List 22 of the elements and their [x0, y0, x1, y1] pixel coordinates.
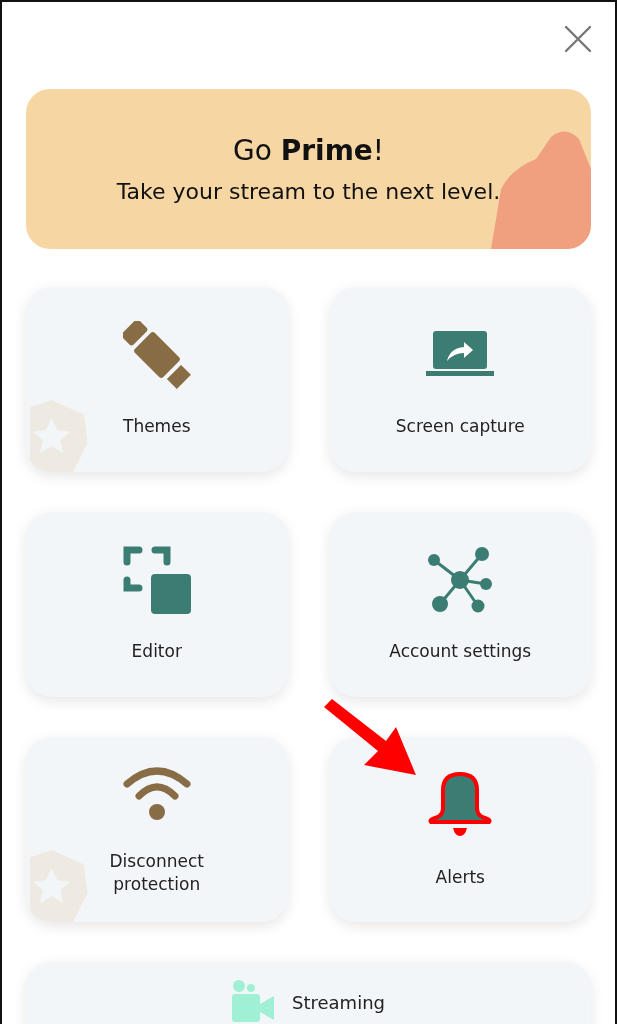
tile-label: Themes [123, 415, 191, 438]
tile-label: Editor [131, 640, 182, 663]
menu-tile[interactable]: Screen capture [329, 287, 591, 472]
menu-tile[interactable]: Editor [26, 512, 288, 697]
tile-label: Alerts [435, 866, 485, 889]
close-icon [563, 24, 593, 54]
menu-tile[interactable]: Disconnect protection [26, 737, 288, 922]
network-icon [426, 546, 495, 615]
menu-tile[interactable]: Alerts [329, 737, 591, 922]
banner-subtitle: Take your stream to the next level. [116, 179, 501, 204]
video-camera-icon [232, 980, 274, 1022]
resize-frame-icon [122, 546, 191, 615]
brush-ruler-icon [122, 321, 191, 390]
tile-label: Disconnect protection [108, 849, 205, 896]
menu-tile[interactable]: Account settings [329, 512, 591, 697]
tile-label: Account settings [389, 640, 532, 663]
streaming-tile[interactable]: Streaming [26, 962, 591, 1024]
tile-label: Streaming [292, 991, 385, 1013]
banner-title: Go Prime! [232, 134, 385, 167]
tile-label: Screen capture [395, 415, 525, 438]
menu-tile[interactable]: Themes [26, 287, 288, 472]
prime-banner[interactable]: Go Prime! Take your stream to the next level. [26, 89, 591, 249]
